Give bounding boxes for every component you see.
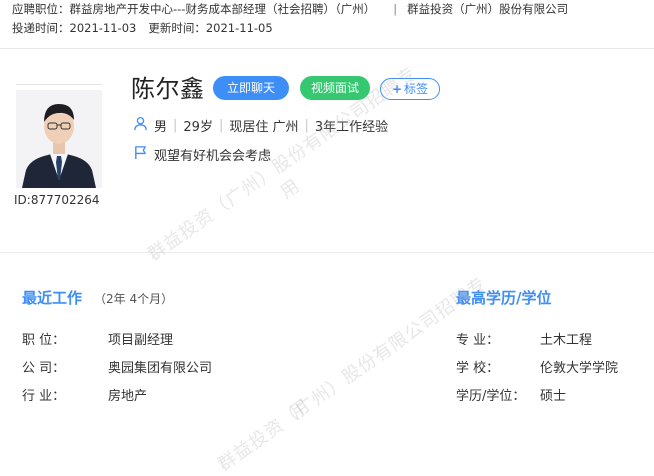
position-row: 应聘职位：群益房地产开发中心---财务成本部经理（社会招聘）（广州） | 群益投资（…	[12, 1, 568, 17]
updated-label: 更新时间：	[148, 21, 206, 35]
edu-row-major: 专 业： 土木工程	[456, 329, 592, 348]
edu-value: 土木工程	[540, 333, 593, 348]
work-value: 项目副经理	[108, 333, 174, 348]
candidate-name: 陈尔鑫	[131, 75, 205, 103]
updated-value: 2021-11-05	[205, 21, 273, 35]
edu-value: 伦敦大学学院	[540, 361, 619, 376]
video-interview-button[interactable]: 视频面试	[300, 76, 370, 100]
recent-work-heading: 最近工作	[22, 289, 83, 307]
person-icon	[133, 116, 148, 135]
recent-work-title: 最近工作 （2年 4个月）	[22, 287, 173, 308]
plus-icon: +	[391, 82, 403, 96]
meta-divider	[0, 48, 654, 49]
basic-info: 男 | 29岁 | 现居住 广州 | 3年工作经验	[133, 116, 388, 135]
chat-now-button[interactable]: 立即聊天	[213, 76, 289, 100]
edu-row-degree: 学历/学位： 硕士	[456, 385, 566, 404]
education-title: 最高学历/学位	[456, 289, 552, 307]
position-value: 群益房地产开发中心---财务成本部经理（社会招聘）（广州）	[69, 2, 376, 16]
edu-label: 学 校：	[456, 361, 500, 376]
position-label: 应聘职位：	[12, 2, 70, 16]
work-value: 奥园集团有限公司	[108, 361, 213, 376]
tag-label: 标签	[404, 82, 429, 96]
watermark-2: 群益投资（广州）股份有限公司招聘专	[214, 272, 491, 476]
application-meta: 应聘职位：群益房地产开发中心---财务成本部经理（社会招聘）（广州） | 群益投资（…	[0, 0, 654, 48]
edu-label: 专 业：	[456, 333, 500, 348]
age: 29岁	[183, 120, 213, 135]
work-label: 行 业：	[22, 389, 66, 404]
work-label: 职 位：	[22, 333, 66, 348]
job-status-text: 观望有好机会会考虑	[154, 149, 272, 164]
time-row: 投递时间：2021-11-03 更新时间：2021-11-05	[12, 20, 273, 36]
avatar-divider	[16, 84, 102, 85]
job-status: 观望有好机会会考虑	[133, 145, 271, 164]
gender: 男	[154, 120, 168, 135]
work-row-industry: 行 业： 房地产	[22, 385, 147, 404]
add-tag-button[interactable]: + 标签	[380, 78, 440, 100]
recent-work-duration: （2年 4个月）	[94, 292, 174, 306]
flag-icon	[133, 145, 148, 164]
applied-label: 投递时间：	[12, 21, 70, 35]
work-row-position: 职 位： 项目副经理	[22, 329, 173, 348]
candidate-id: ID:877702264	[14, 193, 100, 207]
watermark-tail: 用	[276, 175, 305, 204]
edu-label: 学历/学位：	[456, 389, 526, 404]
work-label: 公 司：	[22, 361, 66, 376]
edu-row-school: 学 校： 伦敦大学学院	[456, 357, 618, 376]
location: 现居住 广州	[229, 120, 299, 135]
meta-separator: |	[393, 2, 398, 16]
applied-value: 2021-11-03	[69, 21, 137, 35]
avatar	[16, 90, 102, 188]
company-name: 群益投资（广州）股份有限公司	[407, 2, 569, 16]
work-row-company: 公 司： 奥园集团有限公司	[22, 357, 212, 376]
work-value: 房地产	[108, 389, 148, 404]
experience: 3年工作经验	[314, 120, 389, 135]
watermark-tail-2: 用	[286, 395, 315, 424]
section-divider	[0, 252, 654, 253]
edu-value: 硕士	[540, 389, 567, 404]
